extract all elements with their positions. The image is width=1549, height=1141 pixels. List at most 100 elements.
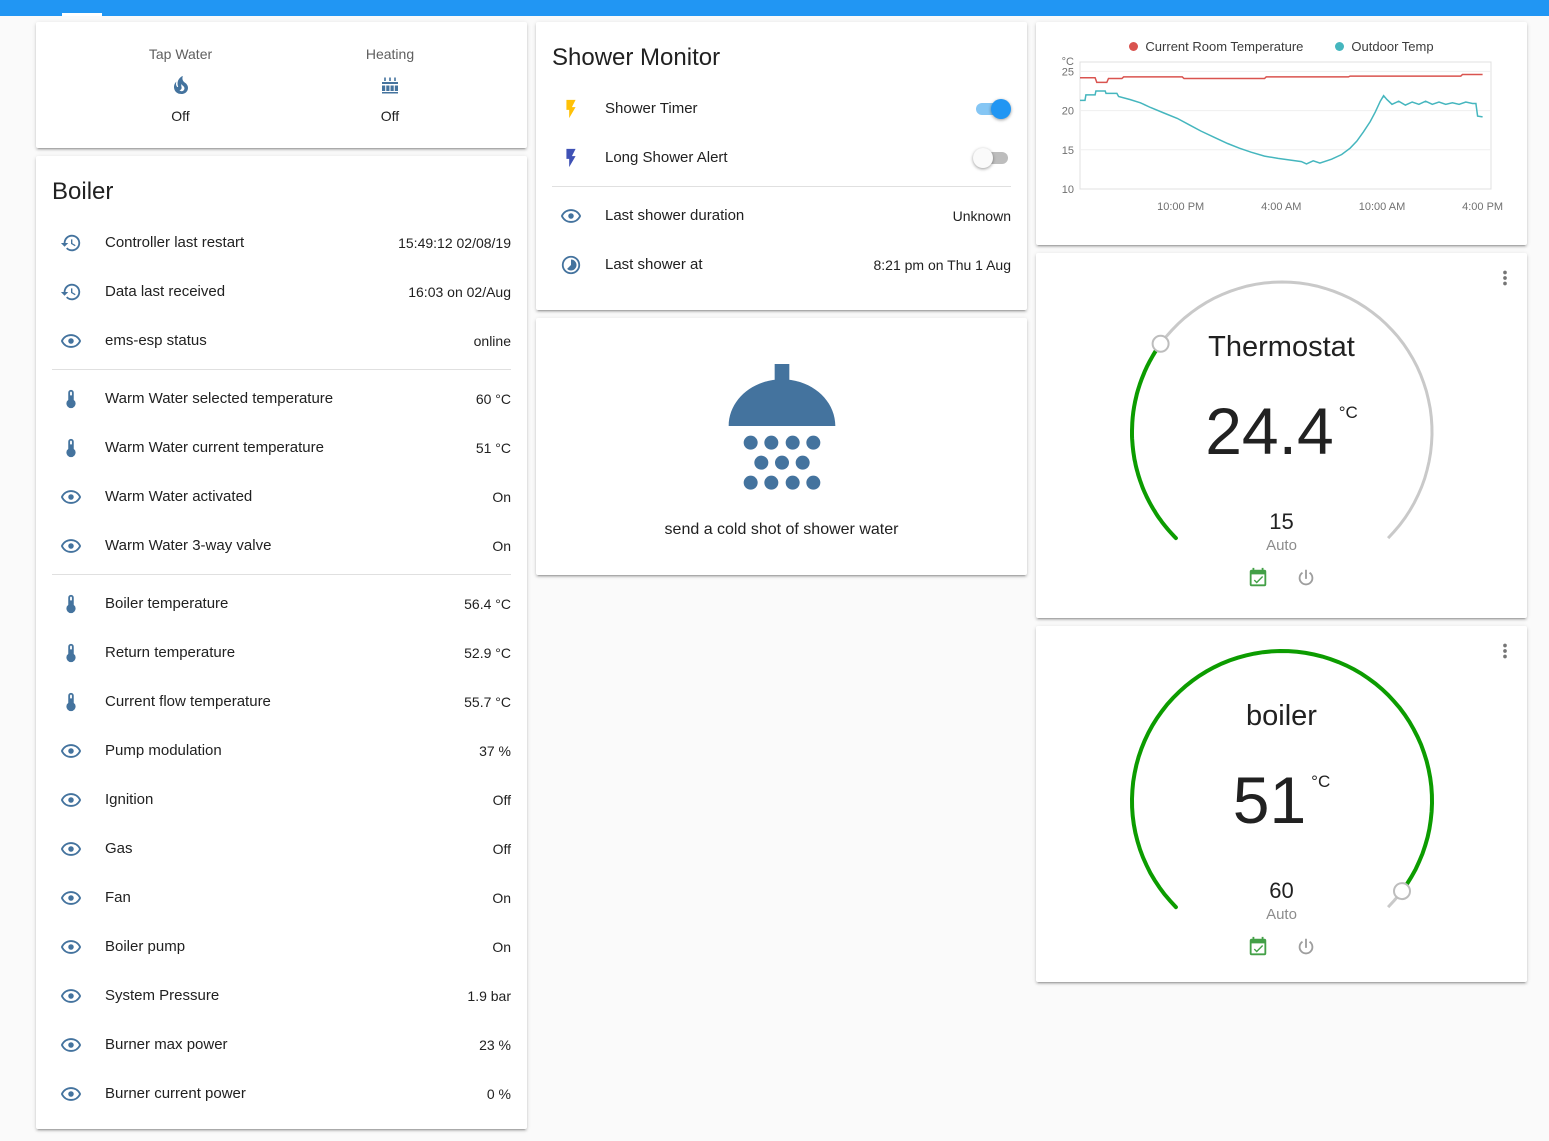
eye-icon bbox=[59, 485, 83, 509]
hvac-mode: Auto bbox=[1117, 537, 1447, 554]
svg-text:25: 25 bbox=[1062, 66, 1074, 78]
entity-row[interactable]: Burner max power 23 % bbox=[36, 1020, 527, 1069]
thermostat-card: Thermostat 24.4°C 15 Auto bbox=[1036, 253, 1527, 618]
entity-row-shower-timer[interactable]: Shower Timer bbox=[536, 84, 1027, 133]
boiler-rows: Controller last restart 15:49:12 02/08/1… bbox=[36, 218, 527, 1118]
eye-icon bbox=[59, 534, 83, 558]
thermometer-icon bbox=[59, 436, 83, 460]
divider bbox=[52, 574, 511, 575]
power-icon[interactable] bbox=[1295, 567, 1317, 589]
entity-row[interactable]: Return temperature 52.9 °C bbox=[36, 628, 527, 677]
entity-row[interactable]: Current flow temperature 55.7 °C bbox=[36, 677, 527, 726]
boiler-card: Boiler Controller last restart 15:49:12 … bbox=[36, 156, 527, 1129]
gauge-actions bbox=[1117, 567, 1447, 589]
more-menu-button[interactable] bbox=[1491, 265, 1519, 293]
app-header bbox=[0, 0, 1549, 16]
entity-row-last-shower-duration[interactable]: Last shower duration Unknown bbox=[536, 191, 1027, 240]
svg-text:20: 20 bbox=[1062, 106, 1074, 118]
flash-icon bbox=[559, 146, 583, 170]
entity-row[interactable]: System Pressure 1.9 bar bbox=[36, 971, 527, 1020]
thermostat-gauge: Thermostat 24.4°C 15 Auto bbox=[1117, 267, 1447, 601]
card-title-boiler: Boiler bbox=[36, 156, 527, 218]
boiler-gauge: boiler 51°C 60 Auto bbox=[1117, 636, 1447, 970]
entity-row[interactable]: Warm Water current temperature 51 °C bbox=[36, 423, 527, 472]
glance-card: Tap Water Off Heating Off bbox=[36, 22, 527, 148]
current-temperature: 51°C bbox=[1117, 762, 1447, 838]
history-icon bbox=[59, 231, 83, 255]
shower-head-icon bbox=[702, 352, 862, 517]
entity-row[interactable]: Burner current power 0 % bbox=[36, 1069, 527, 1118]
column-middle: Shower Monitor Shower Timer Long Shower … bbox=[536, 22, 1027, 575]
shower-action-card[interactable]: send a cold shot of shower water bbox=[536, 318, 1027, 575]
entity-row[interactable]: Warm Water selected temperature 60 °C bbox=[36, 374, 527, 423]
divider bbox=[52, 369, 511, 370]
eye-icon bbox=[59, 984, 83, 1008]
entity-row[interactable]: Data last received 16:03 on 02/Aug bbox=[36, 267, 527, 316]
entity-row[interactable]: Warm Water 3-way valve On bbox=[36, 521, 527, 570]
power-icon[interactable] bbox=[1295, 936, 1317, 958]
entity-row[interactable]: Ignition Off bbox=[36, 775, 527, 824]
legend-item: Outdoor Temp bbox=[1335, 39, 1433, 54]
entity-row[interactable]: Pump modulation 37 % bbox=[36, 726, 527, 775]
eye-icon bbox=[59, 1033, 83, 1057]
shower-timer-toggle[interactable] bbox=[973, 99, 1011, 119]
entity-row-last-shower-at[interactable]: Last shower at 8:21 pm on Thu 1 Aug bbox=[536, 240, 1027, 289]
dashboard: Tap Water Off Heating Off Boiler Control… bbox=[0, 16, 1549, 1129]
target-temperature: 60 bbox=[1117, 878, 1447, 904]
entity-row[interactable]: Gas Off bbox=[36, 824, 527, 873]
entity-row[interactable]: Boiler pump On bbox=[36, 922, 527, 971]
calendar-sync-icon[interactable] bbox=[1247, 936, 1269, 958]
unit-label: °C bbox=[1339, 403, 1358, 422]
thermometer-icon bbox=[59, 641, 83, 665]
legend-item: Current Room Temperature bbox=[1129, 39, 1303, 54]
history-icon bbox=[59, 280, 83, 304]
toggle-thumb bbox=[973, 148, 993, 168]
thermometer-icon bbox=[59, 387, 83, 411]
glance-item-tap-water[interactable]: Tap Water Off bbox=[149, 46, 212, 124]
thermometer-icon bbox=[59, 592, 83, 616]
thermometer-icon bbox=[59, 690, 83, 714]
shower-action-label: send a cold shot of shower water bbox=[665, 521, 899, 539]
radiator-icon bbox=[378, 73, 402, 97]
eye-icon bbox=[59, 886, 83, 910]
glance-items: Tap Water Off Heating Off bbox=[72, 46, 491, 124]
long-shower-alert-toggle[interactable] bbox=[973, 148, 1011, 168]
eye-icon bbox=[59, 788, 83, 812]
entity-row-long-shower-alert[interactable]: Long Shower Alert bbox=[536, 133, 1027, 182]
entity-row[interactable]: Fan On bbox=[36, 873, 527, 922]
temperature-history-chart: 10152025°C10:00 PM4:00 AM10:00 AM4:00 PM bbox=[1036, 56, 1527, 241]
eye-icon bbox=[59, 1082, 83, 1106]
fire-icon bbox=[169, 73, 193, 97]
svg-text:15: 15 bbox=[1062, 145, 1074, 157]
entity-row[interactable]: Boiler temperature 56.4 °C bbox=[36, 579, 527, 628]
dots-vertical-icon bbox=[1494, 650, 1516, 665]
shower-monitor-card: Shower Monitor Shower Timer Long Shower … bbox=[536, 22, 1027, 310]
calendar-sync-icon[interactable] bbox=[1247, 567, 1269, 589]
divider bbox=[552, 186, 1011, 187]
toggle-thumb bbox=[991, 99, 1011, 119]
chart-legend: Current Room Temperature Outdoor Temp bbox=[1036, 36, 1527, 56]
svg-text:10:00 AM: 10:00 AM bbox=[1359, 201, 1405, 213]
active-tab-indicator bbox=[62, 13, 102, 16]
svg-text:°C: °C bbox=[1062, 56, 1074, 68]
timelapse-icon bbox=[559, 253, 583, 277]
more-menu-button[interactable] bbox=[1491, 638, 1519, 666]
eye-icon bbox=[559, 204, 583, 228]
gauge-title: boiler bbox=[1117, 700, 1447, 733]
eye-icon bbox=[59, 837, 83, 861]
current-temperature: 24.4°C bbox=[1117, 393, 1447, 469]
entity-row[interactable]: ems-esp status online bbox=[36, 316, 527, 365]
flash-icon bbox=[559, 97, 583, 121]
target-temperature: 15 bbox=[1117, 509, 1447, 535]
entity-row[interactable]: Controller last restart 15:49:12 02/08/1… bbox=[36, 218, 527, 267]
eye-icon bbox=[59, 329, 83, 353]
glance-item-heating[interactable]: Heating Off bbox=[366, 46, 414, 124]
svg-text:10:00 PM: 10:00 PM bbox=[1157, 201, 1204, 213]
eye-icon bbox=[59, 739, 83, 763]
svg-text:10: 10 bbox=[1062, 184, 1074, 196]
eye-icon bbox=[59, 935, 83, 959]
card-title-shower-monitor: Shower Monitor bbox=[536, 22, 1027, 84]
column-left: Tap Water Off Heating Off Boiler Control… bbox=[36, 22, 527, 1129]
entity-row[interactable]: Warm Water activated On bbox=[36, 472, 527, 521]
svg-text:4:00 PM: 4:00 PM bbox=[1462, 201, 1503, 213]
